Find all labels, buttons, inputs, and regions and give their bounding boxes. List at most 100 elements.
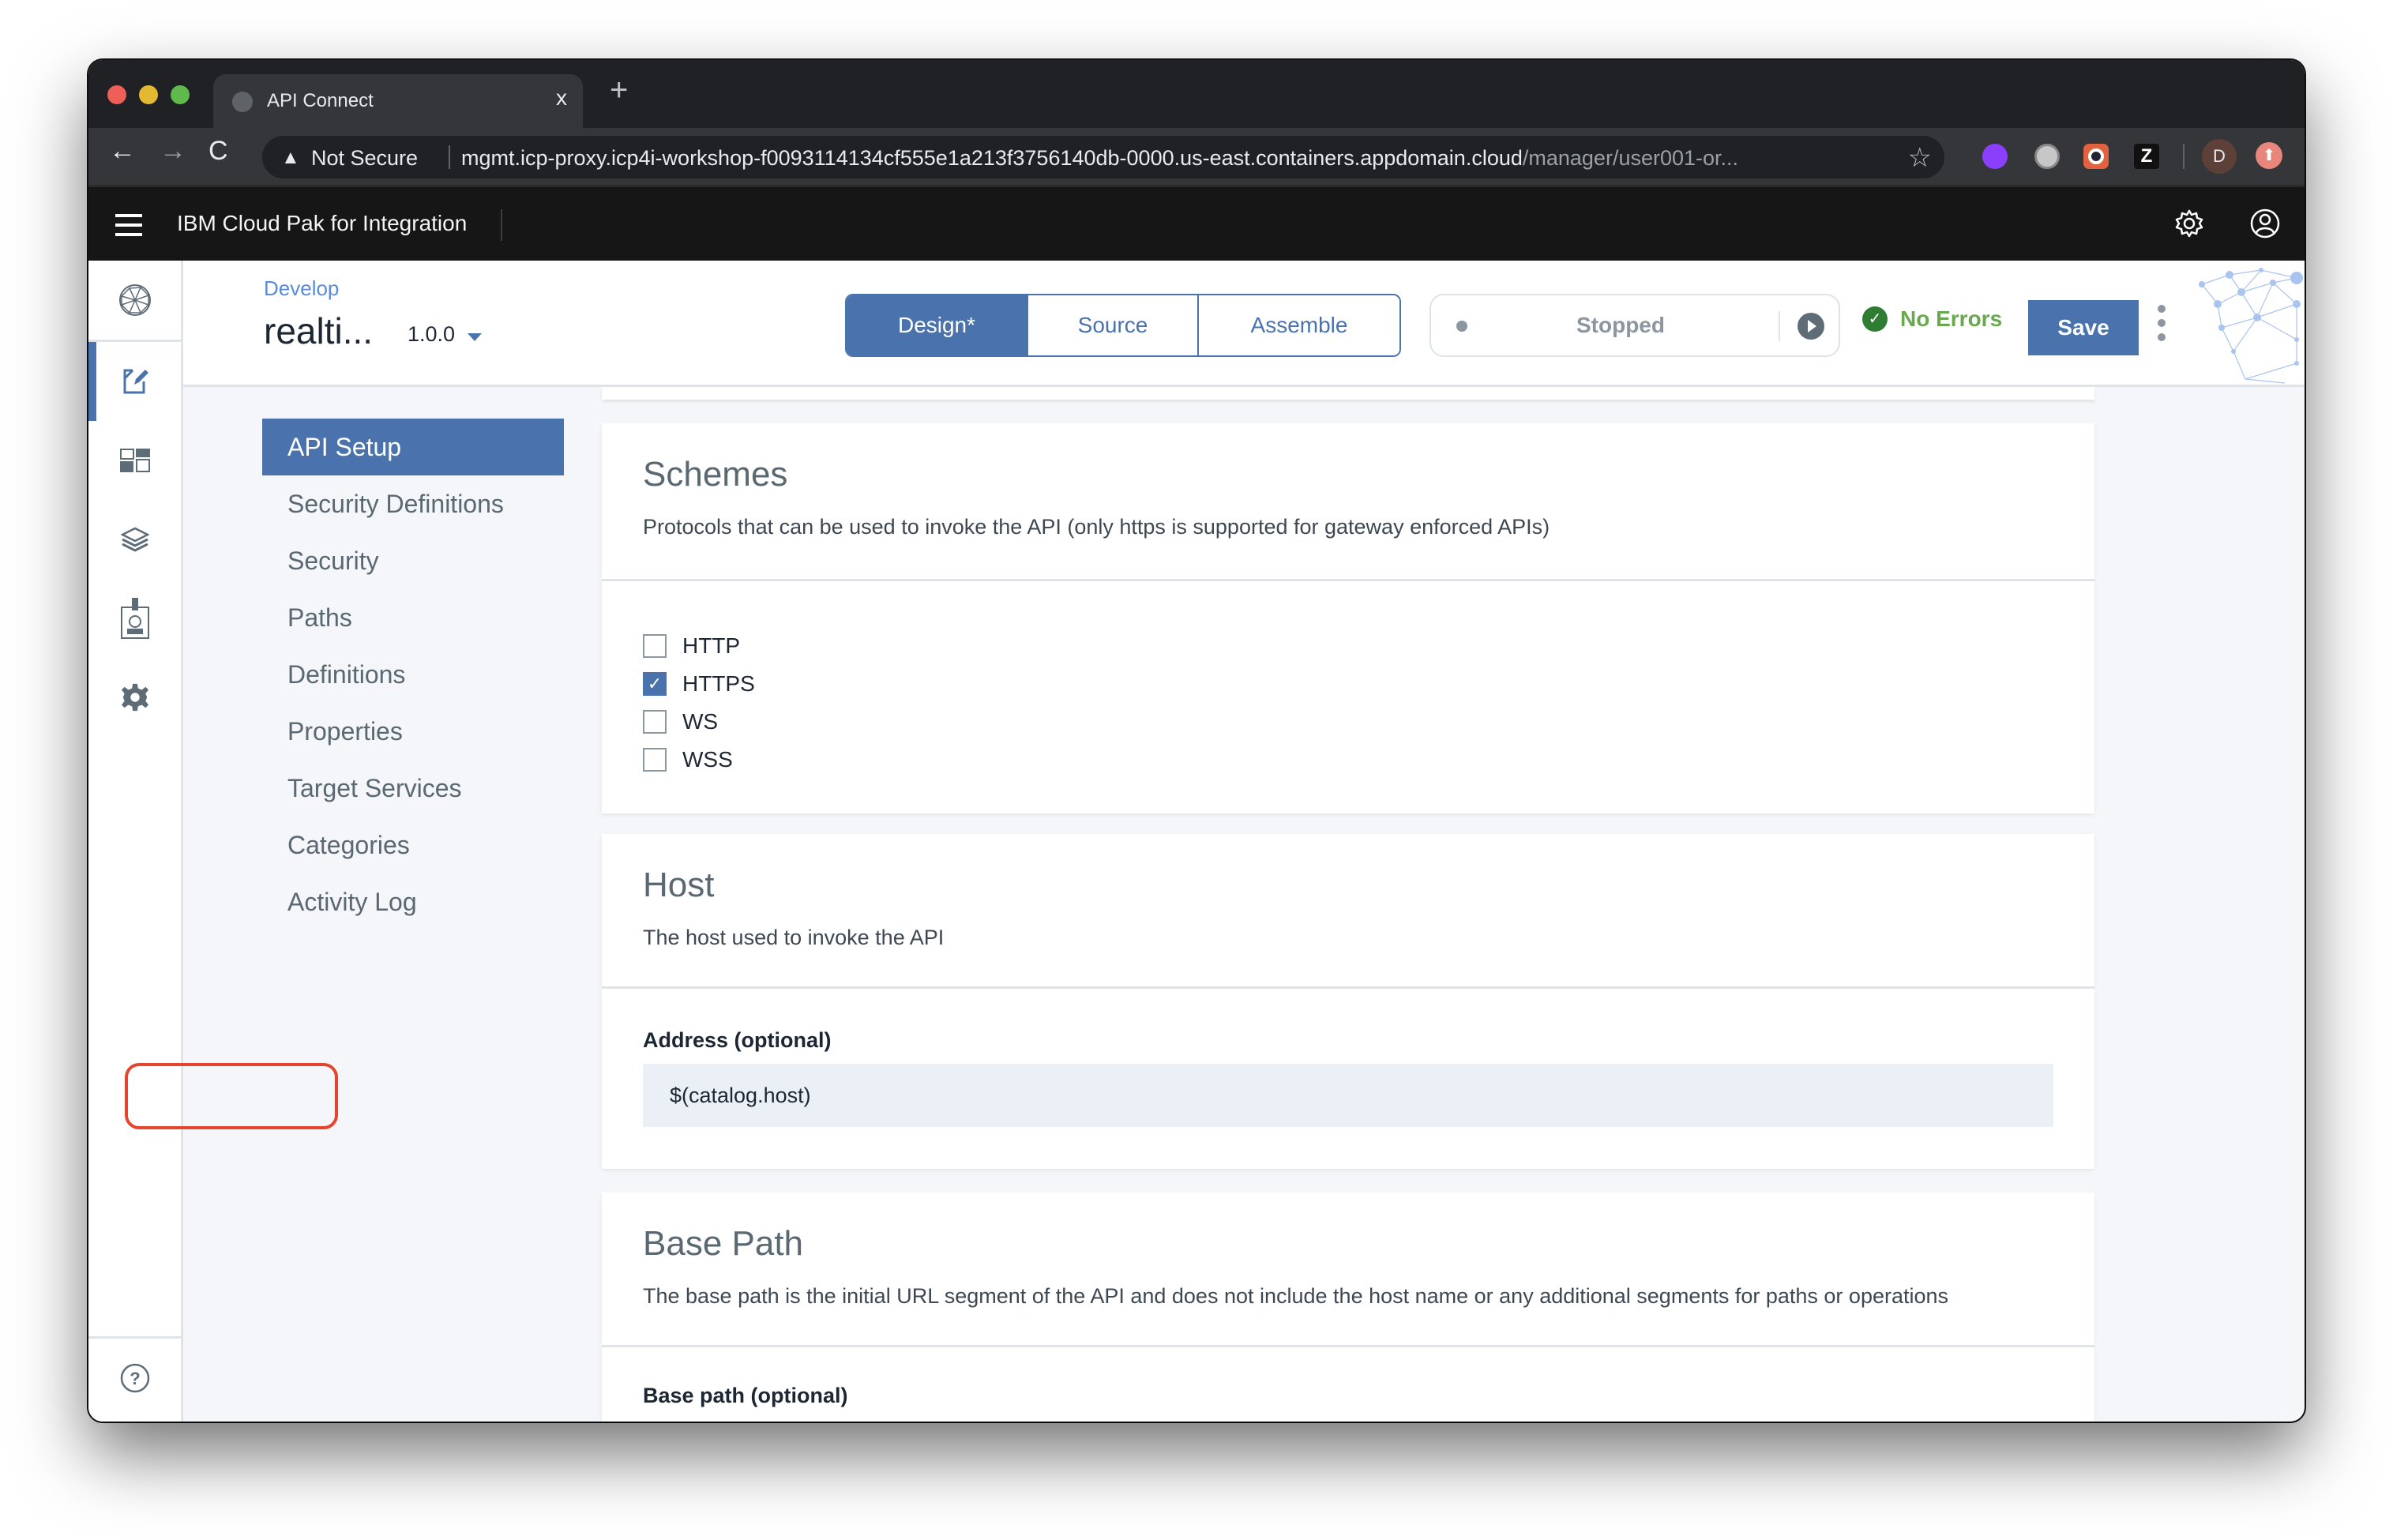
browser-tab[interactable]: API Connect x [213, 74, 583, 128]
close-window-button[interactable] [107, 85, 126, 104]
host-description: The host used to invoke the API [643, 926, 945, 949]
version-selector[interactable]: 1.0.0 [408, 322, 455, 347]
save-button[interactable]: Save [2028, 300, 2139, 355]
host-fields: Address (optional) [602, 989, 2094, 1127]
tab-design[interactable]: Design* [847, 295, 1027, 355]
base-path-card-header: Base Path The base path is the initial U… [602, 1193, 2094, 1347]
back-arrow-icon[interactable]: ← [109, 137, 136, 164]
bookmark-star-icon[interactable]: ☆ [1908, 142, 1932, 174]
scheme-option-wss[interactable]: WSS [643, 741, 2053, 779]
breadcrumb-develop[interactable]: Develop [264, 276, 339, 301]
update-icon[interactable]: ⬆ [2256, 142, 2282, 169]
api-title: realti... [264, 310, 374, 351]
dashboard-icon [119, 449, 150, 472]
schemes-card: Schemes Protocols that can be used to in… [602, 423, 2094, 813]
globe-icon [232, 92, 253, 112]
settings-gear-icon[interactable] [2173, 208, 2205, 239]
host-card: Host The host used to invoke the API Add… [602, 834, 2094, 1169]
host-card-header: Host The host used to invoke the API [602, 834, 2094, 989]
api-section-nav: API Setup Security Definitions Security … [262, 419, 564, 930]
tab-assemble[interactable]: Assemble [1197, 295, 1399, 355]
z-extension-icon[interactable]: Z [2134, 144, 2159, 169]
play-icon[interactable] [1798, 313, 1824, 340]
checkbox-label: WSS [682, 747, 733, 772]
rail-item-members[interactable] [88, 579, 181, 658]
toolbar-separator [2183, 144, 2185, 169]
scheme-option-http[interactable]: HTTP [643, 627, 2053, 665]
rail-item-products[interactable] [88, 500, 181, 579]
orb-extension-icon[interactable] [2034, 144, 2060, 169]
schemes-card-header: Schemes Protocols that can be used to in… [602, 423, 2094, 581]
url-text[interactable]: mgmt.icp-proxy.icp4i-workshop-f009311413… [461, 146, 1738, 171]
scheme-option-https[interactable]: ✓ HTTPS [643, 665, 2053, 703]
user-profile-icon[interactable] [2249, 208, 2281, 239]
app-header: Develop realti... 1.0.0 Design* Source A… [183, 261, 2305, 387]
desktop: API Connect x + ← → C ▲ Not Secure mgmt.… [0, 0, 2393, 1540]
rail-item-settings[interactable] [88, 658, 181, 737]
tab-close-icon[interactable]: x [556, 85, 567, 111]
validation-status: ✓ No Errors [1862, 306, 2002, 332]
checkbox-wss[interactable] [643, 748, 667, 772]
header-separator [501, 209, 502, 241]
rail-item-dashboard[interactable] [88, 421, 181, 500]
nav-item-properties[interactable]: Properties [262, 703, 564, 760]
reload-icon[interactable]: C [208, 137, 228, 164]
new-tab-button[interactable]: + [610, 74, 628, 106]
rail-item-develop[interactable] [88, 342, 181, 421]
url-path: /manager/user001-or... [1522, 146, 1739, 170]
status-dot-icon [1456, 321, 1467, 332]
network-decoration-icon [2199, 268, 2303, 384]
validation-status-text: No Errors [1900, 306, 2003, 331]
edit-document-icon [123, 369, 148, 394]
purple-extension-icon[interactable] [1982, 144, 2008, 169]
checkbox-https[interactable]: ✓ [643, 672, 667, 696]
nav-item-activity-log[interactable]: Activity Log [262, 873, 564, 930]
profile-avatar[interactable]: D [2202, 139, 2237, 174]
address-input[interactable] [643, 1064, 2053, 1127]
checkbox-label: WS [682, 709, 719, 734]
nav-item-target-services[interactable]: Target Services [262, 760, 564, 817]
network-globe-icon [118, 284, 151, 316]
base-path-card: Base Path The base path is the initial U… [602, 1193, 2094, 1422]
previous-card-edge [602, 387, 2094, 400]
icon-rail: ? [88, 261, 183, 1422]
id-badge-icon [120, 598, 149, 639]
camera-extension-icon[interactable] [2083, 144, 2109, 169]
nav-item-api-setup[interactable]: API Setup [262, 419, 564, 475]
tab-source[interactable]: Source [1027, 295, 1197, 355]
address-bar[interactable]: ▲ Not Secure mgmt.icp-proxy.icp4i-worksh… [262, 136, 1944, 178]
tab-title: API Connect [267, 90, 374, 111]
caret-down-icon[interactable] [468, 333, 482, 341]
forward-arrow-icon[interactable]: → [160, 137, 186, 164]
scheme-option-ws[interactable]: WS [643, 703, 2053, 741]
ibm-header: IBM Cloud Pak for Integration [88, 185, 2305, 261]
product-name[interactable]: IBM Cloud Pak for Integration [177, 211, 467, 236]
nav-item-security-definitions[interactable]: Security Definitions [262, 475, 564, 532]
schemes-description: Protocols that can be used to invoke the… [643, 515, 1550, 539]
base-path-fields: Base path (optional) [602, 1347, 2094, 1408]
rail-item-home[interactable] [88, 261, 181, 340]
annotation-highlight [125, 1063, 338, 1129]
nav-item-categories[interactable]: Categories [262, 817, 564, 873]
checkbox-label: HTTPS [682, 671, 755, 696]
browser-window: API Connect x + ← → C ▲ Not Secure mgmt.… [88, 60, 2305, 1422]
checkbox-label: HTTP [682, 633, 741, 658]
checkbox-ws[interactable] [643, 710, 667, 734]
schemes-options: HTTP ✓ HTTPS WS WSS [602, 581, 2094, 779]
base-path-description: The base path is the initial URL segment… [643, 1284, 1949, 1308]
nav-item-security[interactable]: Security [262, 532, 564, 589]
maximize-window-button[interactable] [171, 85, 190, 104]
check-circle-icon: ✓ [1862, 306, 1888, 332]
schemes-title: Schemes [643, 455, 788, 494]
overflow-menu-icon[interactable] [2156, 305, 2167, 349]
checkbox-http[interactable] [643, 634, 667, 658]
minimize-window-button[interactable] [139, 85, 158, 104]
hamburger-menu-icon[interactable] [115, 214, 142, 236]
base-path-title: Base Path [643, 1224, 804, 1263]
svg-text:?: ? [130, 1369, 140, 1388]
nav-item-definitions[interactable]: Definitions [262, 646, 564, 703]
runtime-status-panel: Stopped [1429, 294, 1840, 357]
rail-item-help[interactable]: ? [88, 1339, 181, 1418]
nav-item-paths[interactable]: Paths [262, 589, 564, 646]
security-label[interactable]: Not Secure [311, 146, 418, 171]
